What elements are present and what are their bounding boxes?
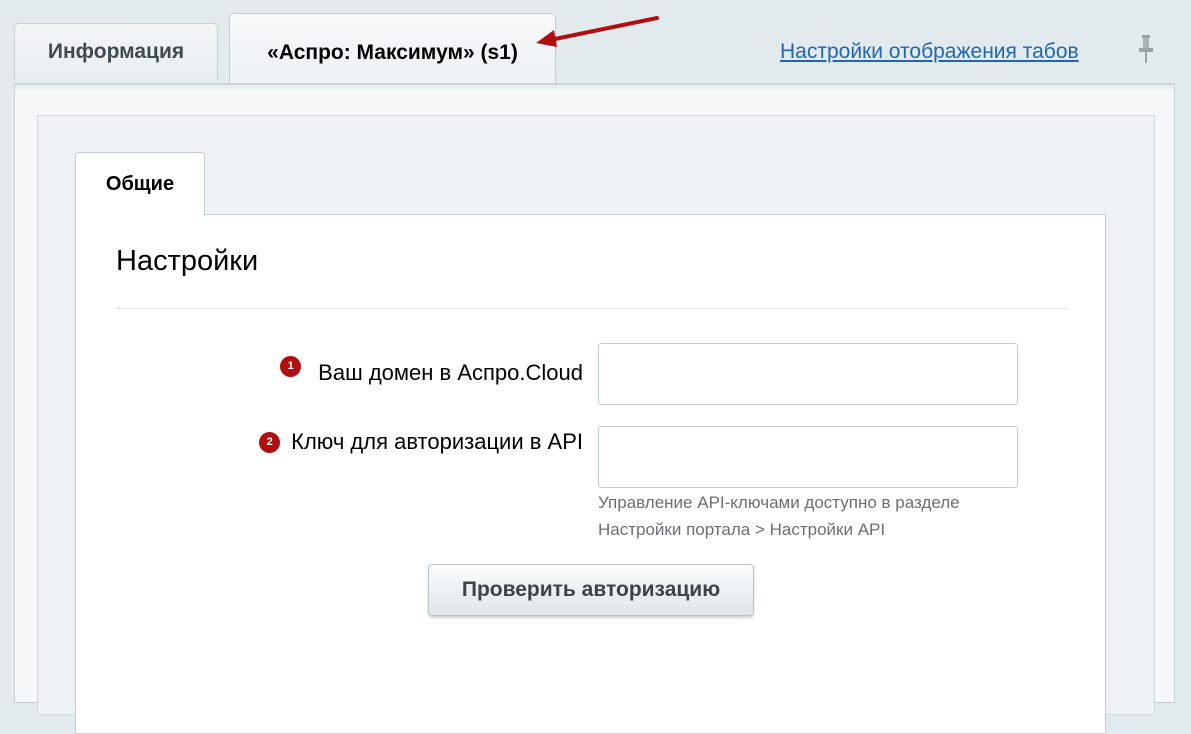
step-badge-2: 2 (259, 431, 281, 453)
check-authorization-button[interactable]: Проверить авторизацию (428, 564, 754, 616)
red-arrow-annotation (536, 16, 659, 47)
domain-field-label-row: 1 Ваш домен в Аспро.Cloud (280, 355, 583, 386)
tab-site-s1-label: «Аспро: Максимум» (s1) (267, 40, 518, 64)
api-key-hint-line2: Настройки портала > Настройки API (598, 520, 886, 539)
settings-content: Настройки 1 Ваш домен в Аспро.Cloud 2 Кл… (75, 214, 1106, 734)
tab-information-label: Информация (47, 40, 185, 63)
api-key-field-label-row: 2 Ключ для авторизации в API (259, 429, 583, 455)
tab-information[interactable]: Информация (14, 23, 218, 80)
pin-icon[interactable] (1134, 33, 1158, 65)
step-badge-1: 1 (280, 355, 302, 377)
tab-display-settings-link[interactable]: Настройки отображения табов (780, 40, 1079, 64)
subtab-general-label: Общие (105, 173, 175, 195)
api-key-input[interactable] (598, 426, 1018, 488)
tab-site-s1[interactable]: «Аспро: Максимум» (s1) (229, 13, 556, 83)
domain-input[interactable] (598, 343, 1018, 405)
section-title: Настройки (116, 245, 259, 277)
api-key-field-label: Ключ для авторизации в API (291, 429, 583, 454)
divider (116, 308, 1067, 309)
api-key-hint: Управление API-ключами доступно в раздел… (598, 489, 960, 543)
subtab-general[interactable]: Общие (75, 152, 205, 216)
api-key-hint-line1: Управление API-ключами доступно в раздел… (598, 493, 960, 512)
domain-field-label: Ваш домен в Аспро.Cloud (318, 360, 583, 385)
inner-settings-panel: Общие Настройки 1 Ваш домен в Аспро.Clou… (37, 115, 1155, 734)
site-settings-panel: Общие Настройки 1 Ваш домен в Аспро.Clou… (14, 83, 1175, 734)
